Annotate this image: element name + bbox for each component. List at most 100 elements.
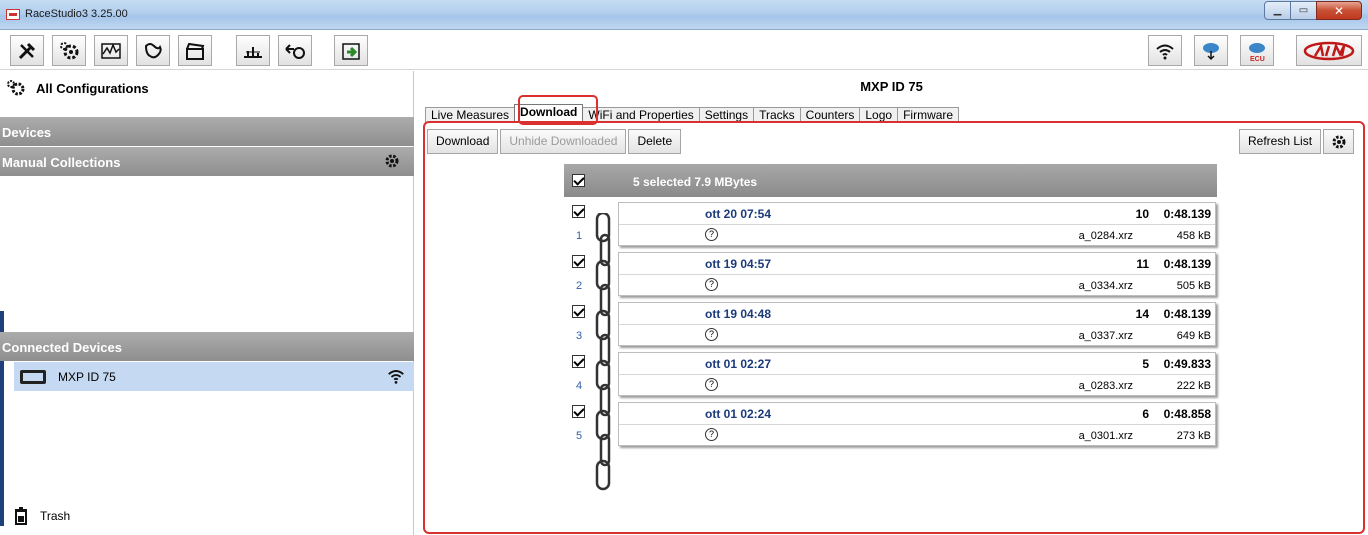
unhide-downloaded-button[interactable]: Unhide Downloaded xyxy=(500,129,627,154)
session-row[interactable]: 5 ott 01 02:24 6 0:48.858 ? a_0301.xrz 2… xyxy=(564,402,1224,452)
graph-icon xyxy=(101,42,121,59)
session-card[interactable]: ott 20 07:54 10 0:48.139 ? a_0284.xrz 45… xyxy=(618,202,1216,246)
device-icon xyxy=(20,369,46,384)
all-configurations-item[interactable]: All Configurations xyxy=(6,79,149,97)
session-best-lap: 0:48.858 xyxy=(1163,407,1211,421)
aim-brand-icon xyxy=(1303,41,1355,60)
session-best-lap: 0:48.139 xyxy=(1163,257,1211,271)
maximize-button[interactable]: ▭ xyxy=(1290,1,1317,20)
card-divider xyxy=(619,324,1215,325)
download-button[interactable]: Download xyxy=(427,129,499,154)
tab-settings[interactable]: Settings xyxy=(698,107,755,123)
window-title: RaceStudio3 3.25.00 xyxy=(25,8,128,20)
download-settings-button[interactable] xyxy=(1323,129,1354,154)
configuration-button[interactable] xyxy=(52,35,86,66)
session-row[interactable]: 2 ott 19 04:57 11 0:48.139 ? a_0334.xrz … xyxy=(564,252,1224,302)
devices-header-label: Devices xyxy=(2,125,52,140)
tab-logo[interactable]: Logo xyxy=(859,107,899,123)
analysis-button[interactable] xyxy=(94,35,128,66)
transfer-icon xyxy=(285,43,305,59)
cloud-download-button[interactable] xyxy=(1194,35,1228,66)
manual-collections-header[interactable]: Manual Collections xyxy=(0,147,414,176)
minimize-button[interactable]: ▁ xyxy=(1264,1,1291,20)
session-date: ott 01 02:27 xyxy=(705,357,772,371)
tab-wifi-properties[interactable]: WiFi and Properties xyxy=(582,107,700,123)
connected-devices-label: Connected Devices xyxy=(2,340,122,355)
session-index: 1 xyxy=(576,230,583,242)
devices-header[interactable]: Devices xyxy=(0,117,414,146)
session-index: 2 xyxy=(576,280,583,292)
session-card[interactable]: ott 19 04:48 14 0:48.139 ? a_0337.xrz 64… xyxy=(618,302,1216,346)
app-icon xyxy=(6,9,20,20)
session-checkbox[interactable] xyxy=(572,405,585,418)
tab-counters[interactable]: Counters xyxy=(799,107,861,123)
aim-logo[interactable] xyxy=(1296,35,1362,66)
session-list: 1 ott 20 07:54 10 0:48.139 ? a_0284.xrz … xyxy=(564,202,1224,452)
session-checkbox[interactable] xyxy=(572,255,585,268)
tab-live-measures[interactable]: Live Measures xyxy=(425,107,516,123)
video-button[interactable] xyxy=(178,35,212,66)
transfer-button[interactable] xyxy=(278,35,312,66)
session-date: ott 19 04:57 xyxy=(705,257,772,271)
session-checkbox[interactable] xyxy=(572,205,585,218)
session-checkbox[interactable] xyxy=(572,305,585,318)
wifi-button[interactable] xyxy=(1148,35,1182,66)
tab-download[interactable]: Download xyxy=(514,104,584,123)
ecu-cloud-icon: ECU xyxy=(1249,42,1265,62)
import-button[interactable] xyxy=(334,35,368,66)
trash-item[interactable]: Trash xyxy=(14,507,70,525)
main-toolbar: ECU xyxy=(0,31,1368,70)
trash-label: Trash xyxy=(40,509,71,523)
session-index: 5 xyxy=(576,430,583,442)
refresh-list-button[interactable]: Refresh List xyxy=(1239,129,1322,154)
connected-devices-header[interactable]: Connected Devices xyxy=(0,332,414,361)
session-size: 273 kB xyxy=(1176,430,1211,442)
selection-header: 5 selected 7.9 MBytes xyxy=(564,164,1217,197)
session-card[interactable]: ott 01 02:27 5 0:49.833 ? a_0283.xrz 222… xyxy=(618,352,1216,396)
session-card[interactable]: ott 19 04:57 11 0:48.139 ? a_0334.xrz 50… xyxy=(618,252,1216,296)
session-index: 3 xyxy=(576,330,583,342)
session-file: a_0334.xrz xyxy=(1078,280,1133,292)
help-icon[interactable]: ? xyxy=(705,228,718,241)
tab-tracks[interactable]: Tracks xyxy=(753,107,801,123)
laps-button[interactable] xyxy=(236,35,270,66)
session-date: ott 19 04:48 xyxy=(705,307,772,321)
session-checkbox[interactable] xyxy=(572,355,585,368)
help-icon[interactable]: ? xyxy=(705,278,718,291)
card-divider xyxy=(619,374,1215,375)
tools-button[interactable] xyxy=(10,35,44,66)
gear-icon xyxy=(1332,135,1345,148)
session-laps: 10 xyxy=(1135,207,1149,221)
gear-icon[interactable] xyxy=(384,153,400,169)
tab-firmware[interactable]: Firmware xyxy=(897,107,960,123)
connected-device-row[interactable]: MXP ID 75 xyxy=(14,362,414,391)
all-configurations-label: All Configurations xyxy=(36,80,149,96)
card-divider xyxy=(619,224,1215,225)
help-icon[interactable]: ? xyxy=(705,328,718,341)
session-size: 222 kB xyxy=(1176,380,1211,392)
session-best-lap: 0:48.139 xyxy=(1163,207,1211,221)
session-size: 458 kB xyxy=(1176,230,1211,242)
device-title: MXP ID 75 xyxy=(860,79,923,94)
help-icon[interactable]: ? xyxy=(705,428,718,441)
delete-button[interactable]: Delete xyxy=(628,129,682,154)
session-size: 505 kB xyxy=(1176,280,1211,292)
session-laps: 6 xyxy=(1142,407,1149,421)
wifi-icon xyxy=(1156,44,1174,59)
ecu-button[interactable]: ECU xyxy=(1240,35,1274,66)
window-controls: ▁ ▭ ✕ xyxy=(1264,1,1362,20)
manual-collections-label: Manual Collections xyxy=(2,155,121,170)
tracks-button[interactable] xyxy=(136,35,170,66)
selection-summary: 5 selected 7.9 MBytes xyxy=(633,175,758,189)
wifi-icon xyxy=(388,370,404,384)
select-all-checkbox[interactable] xyxy=(572,174,585,187)
close-button[interactable]: ✕ xyxy=(1316,1,1362,20)
session-row[interactable]: 1 ott 20 07:54 10 0:48.139 ? a_0284.xrz … xyxy=(564,202,1224,252)
session-card[interactable]: ott 01 02:24 6 0:48.858 ? a_0301.xrz 273… xyxy=(618,402,1216,446)
session-row[interactable]: 3 ott 19 04:48 14 0:48.139 ? a_0337.xrz … xyxy=(564,302,1224,352)
help-icon[interactable]: ? xyxy=(705,378,718,391)
session-row[interactable]: 4 ott 01 02:27 5 0:49.833 ? a_0283.xrz 2… xyxy=(564,352,1224,402)
import-arrow-icon xyxy=(342,42,360,60)
trash-icon xyxy=(15,507,27,525)
session-laps: 11 xyxy=(1136,257,1149,271)
